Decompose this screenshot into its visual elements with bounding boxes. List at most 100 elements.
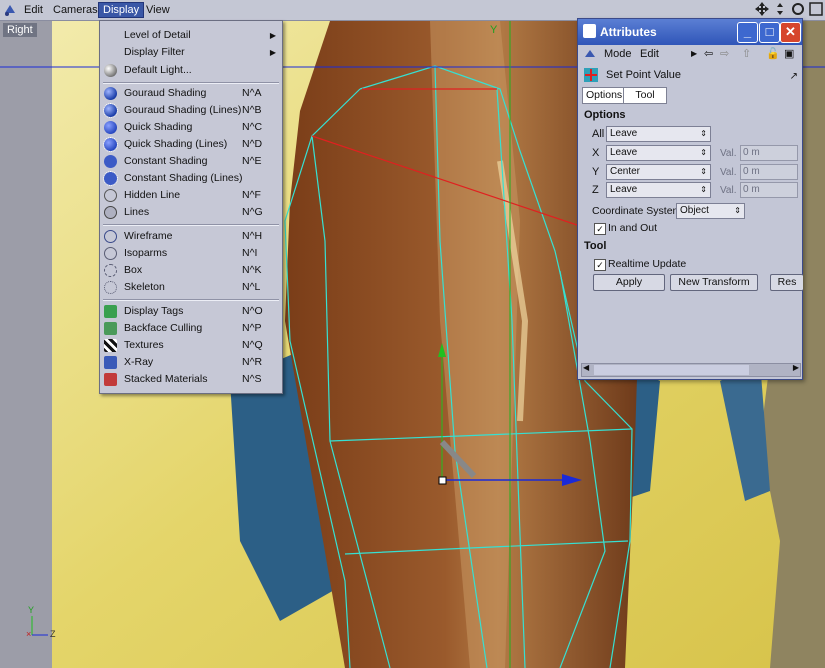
scroll-right-icon[interactable]: ▶ (793, 363, 799, 372)
x-val-field[interactable]: 0 m (740, 145, 798, 161)
apply-button[interactable]: Apply (593, 274, 665, 291)
lock-icon[interactable]: 🔓 (766, 46, 780, 62)
textures-icon (104, 339, 117, 352)
attributes-window-icon (583, 24, 596, 38)
menu-mode[interactable]: Mode (604, 46, 632, 62)
coordinate-system-value: Object (680, 205, 709, 216)
menu-item-lines[interactable]: Lines N^G (100, 204, 282, 221)
move-tool-icon[interactable] (3, 3, 17, 17)
z-val-field[interactable]: 0 m (740, 182, 798, 198)
attributes-title-bar[interactable]: Attributes _ □ ✕ (578, 19, 802, 45)
rotate-icon[interactable] (791, 2, 805, 16)
y-val-label: Val. (720, 167, 737, 178)
menu-item-level-of-detail[interactable]: Level of Detail ▶ (100, 27, 282, 44)
zoom-icon[interactable] (773, 2, 787, 16)
menu-item-label: X-Ray (124, 356, 154, 368)
gouraud-lines-icon (103, 103, 118, 118)
axis-label-x: X (592, 147, 600, 159)
menu-item-box[interactable]: Box N^K (100, 262, 282, 279)
constant-lines-icon (103, 171, 118, 186)
tab-tool[interactable]: Tool (623, 87, 667, 104)
forward-arrow-icon[interactable]: ⇨ (720, 46, 729, 62)
menu-item-textures[interactable]: Textures N^Q (100, 337, 282, 354)
dropdown-arrow-icon: ⇕ (734, 206, 741, 215)
horizontal-scrollbar[interactable]: ◀ ▶ (581, 363, 801, 377)
up-arrow-icon[interactable]: ⇧ (742, 46, 751, 62)
in-and-out-checkbox[interactable]: ✓ (594, 223, 606, 235)
maximize-view-icon[interactable] (809, 2, 823, 16)
menu-item-label: Quick Shading (124, 121, 193, 133)
menu-item-label: Backface Culling (124, 322, 203, 334)
menu-view[interactable]: View (142, 2, 174, 18)
menu-item-isoparms[interactable]: Isoparms N^I (100, 245, 282, 262)
menu-edit[interactable]: Edit (640, 46, 659, 62)
display-tags-icon (104, 305, 117, 318)
menu-item-shortcut: N^G (242, 206, 263, 218)
minimize-button[interactable]: _ (737, 22, 758, 43)
view-label[interactable]: Right (3, 23, 37, 37)
pan-icon[interactable] (755, 2, 769, 16)
all-mode-select[interactable]: Leave ⇕ (606, 126, 711, 142)
in-and-out-label: In and Out (608, 222, 658, 234)
menu-item-hidden-line[interactable]: Hidden Line N^F (100, 187, 282, 204)
maximize-button[interactable]: □ (759, 22, 780, 43)
menu-item-stacked-materials[interactable]: Stacked Materials N^S (100, 371, 282, 388)
menu-arrow-icon[interactable]: ▶ (691, 46, 697, 62)
x-mode-value: Leave (610, 147, 638, 158)
menu-item-skeleton[interactable]: Skeleton N^L (100, 279, 282, 296)
menu-item-label: Quick Shading (Lines) (124, 138, 228, 150)
move-tool-icon (585, 50, 595, 57)
menu-item-constant-shading[interactable]: Constant Shading N^E (100, 153, 282, 170)
coordinate-system-select[interactable]: Object ⇕ (676, 203, 745, 219)
tool-heading: Tool (584, 240, 607, 252)
menu-item-label: Gouraud Shading (Lines) (124, 104, 242, 116)
scroll-left-icon[interactable]: ◀ (583, 363, 589, 372)
axis-label-all: All (592, 128, 605, 140)
wireframe-icon (104, 230, 117, 243)
new-transform-button[interactable]: New Transform (670, 274, 758, 291)
y-val-field[interactable]: 0 m (740, 164, 798, 180)
hidden-line-icon (104, 189, 117, 202)
menu-item-display-filter[interactable]: Display Filter ▶ (100, 44, 282, 61)
tab-options[interactable]: Options (582, 87, 627, 104)
z-mode-select[interactable]: Leave ⇕ (606, 182, 711, 198)
gouraud-sphere-icon (104, 87, 117, 100)
back-arrow-icon[interactable]: ⇦ (704, 46, 713, 62)
menu-item-backface-culling[interactable]: Backface Culling N^P (100, 320, 282, 337)
x-mode-select[interactable]: Leave ⇕ (606, 145, 711, 161)
menu-item-shortcut: N^S (242, 373, 262, 385)
attributes-menu-bar: Mode Edit ▶ ⇦ ⇨ ⇧ 🔓 ▣ (578, 46, 802, 62)
menu-item-shortcut: N^P (242, 322, 262, 334)
menu-item-quick-shading-lines[interactable]: Quick Shading (Lines) N^D (100, 136, 282, 153)
menu-item-xray[interactable]: X-Ray N^R (100, 354, 282, 371)
dropdown-arrow-icon: ⇕ (700, 148, 707, 157)
skeleton-icon (104, 281, 117, 294)
menu-item-shortcut: N^A (242, 87, 262, 99)
menu-item-shortcut: N^C (242, 121, 263, 133)
scrollbar-thumb[interactable] (594, 365, 749, 375)
new-panel-icon[interactable]: ▣ (784, 46, 794, 62)
set-point-value-icon (584, 68, 598, 82)
expand-arrow-icon[interactable]: ↗ (790, 71, 798, 82)
menu-item-gouraud-shading[interactable]: Gouraud Shading N^A (100, 85, 282, 102)
close-button[interactable]: ✕ (780, 22, 801, 43)
menu-item-wireframe[interactable]: Wireframe N^H (100, 228, 282, 245)
z-mode-value: Leave (610, 184, 638, 195)
menu-item-quick-shading[interactable]: Quick Shading N^C (100, 119, 282, 136)
menu-cameras[interactable]: Cameras (49, 2, 102, 18)
menu-display[interactable]: Display (98, 2, 145, 18)
menu-item-display-tags[interactable]: Display Tags N^O (100, 303, 282, 320)
menu-item-constant-shading-lines[interactable]: Constant Shading (Lines) (100, 170, 282, 187)
tool-name: Set Point Value (606, 69, 682, 81)
menu-item-shortcut: N^I (242, 247, 258, 259)
realtime-update-checkbox[interactable]: ✓ (594, 259, 606, 271)
menu-item-label: Stacked Materials (124, 373, 208, 385)
menu-separator (103, 82, 279, 84)
menu-item-gouraud-shading-lines[interactable]: Gouraud Shading (Lines) N^B (100, 102, 282, 119)
menu-edit[interactable]: Edit (20, 2, 47, 18)
y-mode-select[interactable]: Center ⇕ (606, 164, 711, 180)
menu-item-label: Default Light... (124, 64, 192, 76)
menu-item-default-light[interactable]: Default Light... (100, 62, 282, 79)
reset-button[interactable]: Res (770, 274, 803, 291)
menu-item-shortcut: N^K (242, 264, 262, 276)
